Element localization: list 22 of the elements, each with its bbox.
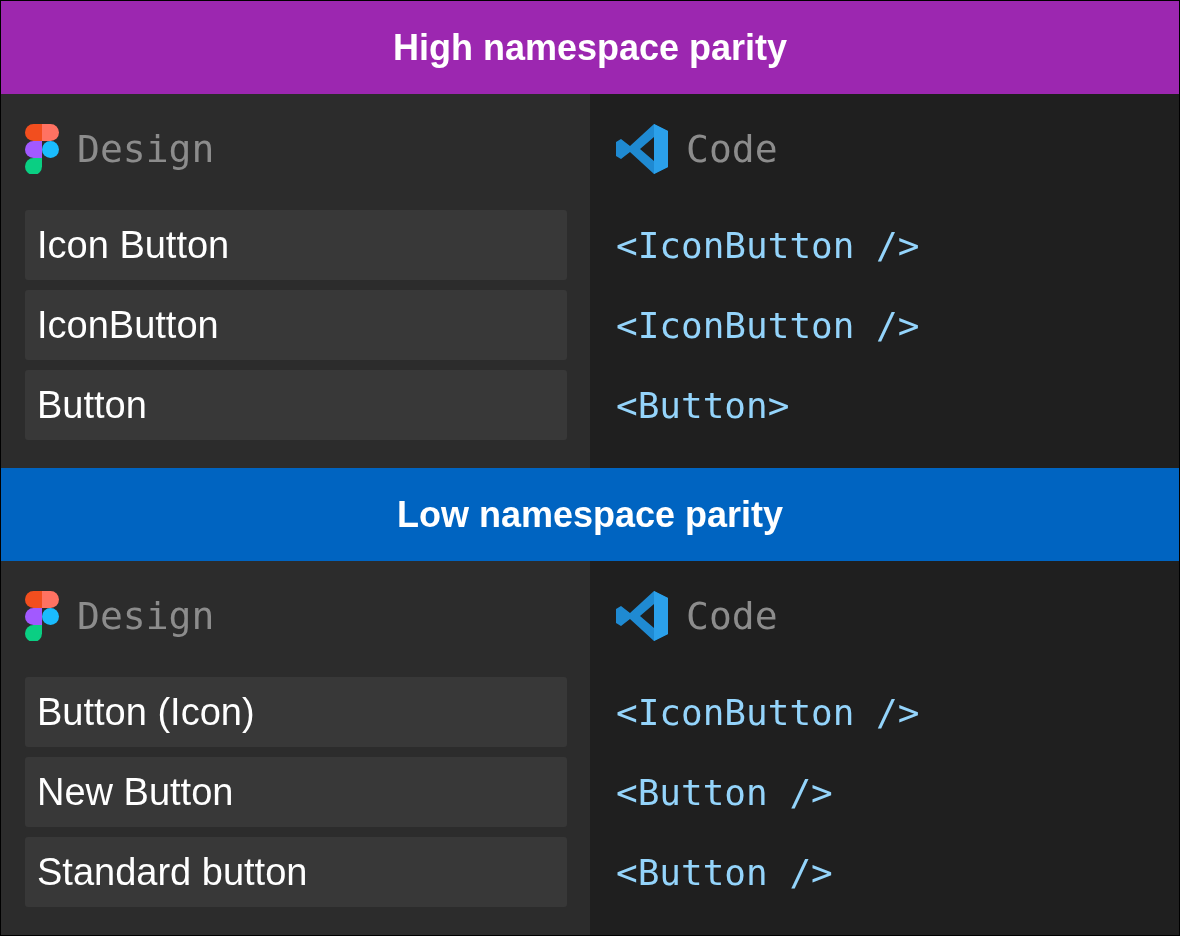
- column-heading: Code: [686, 594, 778, 638]
- figma-logo-icon: [25, 591, 59, 641]
- code-snippet: <Button>: [616, 384, 790, 426]
- code-snippet: <Button />: [616, 851, 833, 893]
- code-snippet: <IconButton />: [616, 691, 920, 733]
- layer-name-row: New Button: [25, 757, 567, 827]
- column-heading: Code: [686, 127, 778, 171]
- figma-logo-icon: [25, 124, 59, 174]
- code-snippet: <Button />: [616, 771, 833, 813]
- section-banner: Low namespace parity: [1, 468, 1179, 561]
- code-editor-logo-icon: [616, 124, 668, 174]
- layer-name-row: IconButton: [25, 290, 567, 360]
- layer-name-row: Button (Icon): [25, 677, 567, 747]
- layer-name-row: Button: [25, 370, 567, 440]
- section-banner: High namespace parity: [1, 1, 1179, 94]
- layer-name-row: Standard button: [25, 837, 567, 907]
- code-editor-logo-icon: [616, 591, 668, 641]
- layer-name-row: Icon Button: [25, 210, 567, 280]
- code-snippet: <IconButton />: [616, 304, 920, 346]
- code-snippet: <IconButton />: [616, 224, 920, 266]
- column-heading: Design: [77, 127, 215, 171]
- column-heading: Design: [77, 594, 215, 638]
